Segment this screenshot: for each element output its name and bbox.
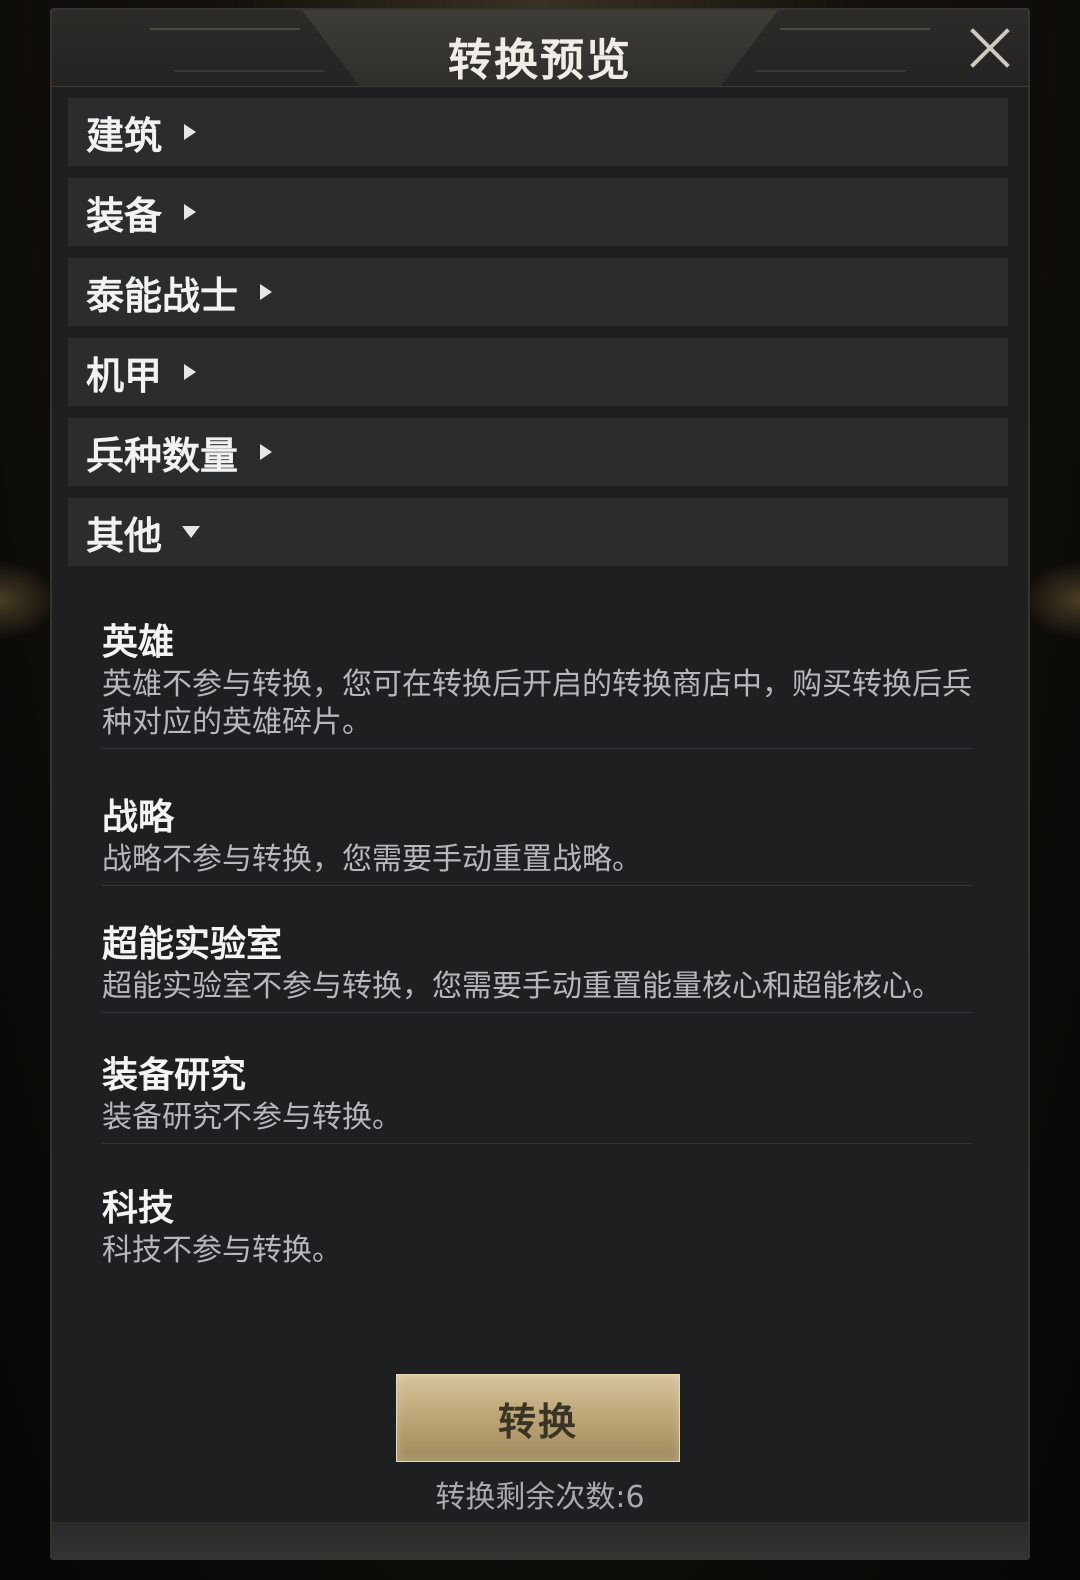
item-title: 超能实验室: [102, 924, 283, 965]
category-label: 兵种数量: [86, 433, 239, 478]
category-list: 建筑 装备 泰能战士 机甲 兵种数量 其他: [68, 98, 1008, 578]
category-troop-count[interactable]: 兵种数量: [68, 418, 1008, 486]
item-title: 科技: [102, 1188, 175, 1229]
item-title: 装备研究: [102, 1055, 247, 1096]
category-label: 其他: [86, 513, 163, 558]
category-label: 泰能战士: [86, 273, 239, 318]
category-other[interactable]: 其他: [68, 498, 1008, 566]
dialog-title: 转换预览: [448, 35, 632, 86]
dialog-footer: [52, 1522, 1028, 1558]
expand-arrow-icon: [184, 364, 197, 380]
category-label: 机甲: [86, 353, 163, 398]
list-item: 战略 战略不参与转换，您需要手动重置战略。: [102, 795, 972, 886]
item-description: 超能实验室不参与转换，您需要手动重置能量核心和超能核心。: [102, 969, 942, 1004]
item-title: 英雄: [102, 622, 175, 663]
item-description: 装备研究不参与转换。: [102, 1100, 402, 1135]
category-label: 建筑: [86, 113, 163, 158]
dialog-header: 转换预览: [52, 10, 1028, 87]
category-mechs[interactable]: 机甲: [68, 338, 1008, 406]
convert-button-label: 转换: [497, 1399, 578, 1444]
category-equipment[interactable]: 装备: [68, 178, 1008, 246]
expand-arrow-icon: [260, 284, 273, 300]
convert-button[interactable]: 转换: [396, 1374, 680, 1462]
item-title: 战略: [102, 797, 175, 838]
list-item: 装备研究 装备研究不参与转换。: [102, 1053, 972, 1144]
expand-arrow-icon: [260, 444, 273, 460]
conversion-preview-dialog: 转换预览 建筑 装备 泰能战士 机甲 兵种数量 其他 英雄 英雄不参与转换，您可…: [50, 8, 1030, 1560]
close-icon[interactable]: [966, 22, 1014, 70]
collapse-arrow-icon: [182, 526, 201, 538]
expand-arrow-icon: [184, 124, 197, 140]
list-item: 超能实验室 超能实验室不参与转换，您需要手动重置能量核心和超能核心。: [102, 922, 972, 1013]
list-item: 英雄 英雄不参与转换，您可在转换后开启的转换商店中，购买转换后兵种对应的英雄碎片…: [102, 620, 972, 749]
other-details-list: 英雄 英雄不参与转换，您可在转换后开启的转换商店中，购买转换后兵种对应的英雄碎片…: [102, 620, 972, 1276]
item-description: 英雄不参与转换，您可在转换后开启的转换商店中，购买转换后兵种对应的英雄碎片。: [102, 667, 972, 740]
category-titan-warriors[interactable]: 泰能战士: [68, 258, 1008, 326]
list-item: 科技 科技不参与转换。: [102, 1186, 972, 1276]
expand-arrow-icon: [184, 204, 197, 220]
category-buildings[interactable]: 建筑: [68, 98, 1008, 166]
category-label: 装备: [86, 193, 163, 238]
remaining-conversions-text: 转换剩余次数:6: [435, 1480, 645, 1515]
item-description: 战略不参与转换，您需要手动重置战略。: [102, 842, 642, 877]
item-description: 科技不参与转换。: [102, 1233, 342, 1268]
